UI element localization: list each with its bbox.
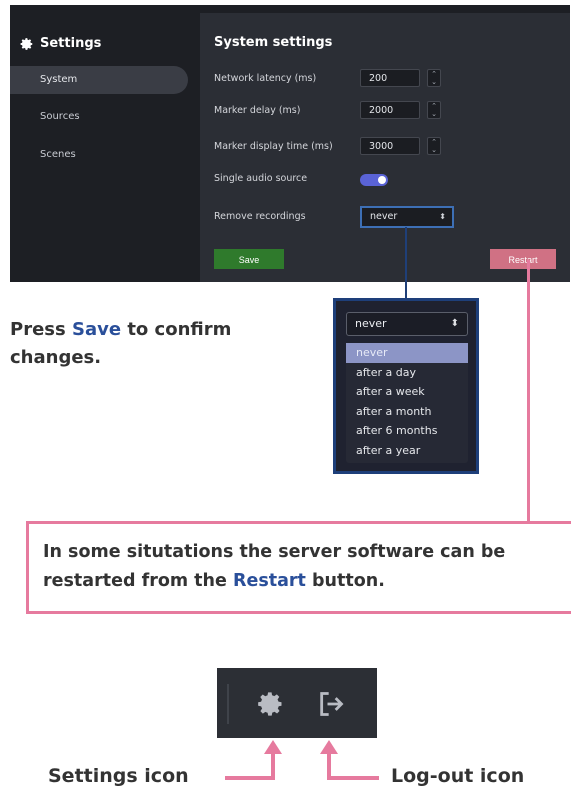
restart-instruction: In some situtations the server software … [43, 538, 571, 596]
select-arrows-icon: ⬍ [450, 318, 459, 329]
logout-icon[interactable] [317, 690, 345, 718]
dropdown-connector-line [405, 227, 407, 300]
save-keyword: Save [71, 319, 122, 340]
remove-recordings-label: Remove recordings [214, 211, 306, 222]
save-instruction-text: Press [10, 319, 72, 340]
panel-title: System settings [214, 35, 333, 50]
restart-callout: In some situtations the server software … [26, 521, 571, 614]
system-settings-panel: System settings Network latency (ms) 200… [200, 13, 570, 282]
single-audio-source-label: Single audio source [214, 173, 308, 184]
marker-delay-stepper[interactable]: ⌃ ⌄ [427, 101, 441, 119]
dropdown-option[interactable]: never [346, 343, 468, 363]
dropdown-option[interactable]: after 6 months [346, 421, 468, 441]
marker-delay-input[interactable]: 2000 [360, 101, 420, 119]
gear-icon[interactable] [257, 690, 285, 718]
restart-button[interactable]: Restart [490, 249, 556, 269]
sidebar-title: Settings [20, 36, 101, 51]
single-audio-source-toggle[interactable] [360, 174, 388, 186]
sidebar-item-scenes[interactable]: Scenes [10, 141, 188, 169]
divider [227, 684, 229, 724]
sidebar-item-system[interactable]: System [10, 66, 188, 94]
dropdown-option[interactable]: after a month [346, 402, 468, 422]
logout-icon-label: Log-out icon [391, 765, 525, 787]
network-latency-input[interactable]: 200 [360, 69, 420, 87]
settings-icon-label: Settings icon [48, 765, 189, 787]
arrow-head [320, 740, 338, 754]
save-button[interactable]: Save [214, 249, 284, 269]
header-icon-bar [217, 668, 377, 738]
select-arrows-icon: ⬍ [439, 212, 446, 221]
dropdown-callout: never ⬍ never after a day after a week a… [333, 298, 479, 474]
marker-delay-label: Marker delay (ms) [214, 105, 301, 116]
remove-recordings-value: never [370, 211, 398, 222]
dropdown-option[interactable]: after a week [346, 382, 468, 402]
arrow-head [264, 740, 282, 754]
dropdown-option[interactable]: after a day [346, 363, 468, 383]
dropdown-select[interactable]: never ⬍ [346, 312, 468, 336]
marker-display-time-input[interactable]: 3000 [360, 137, 420, 155]
dropdown-options-list: never after a day after a week after a m… [346, 343, 468, 463]
restart-keyword: Restart [232, 571, 306, 591]
restart-instruction-text-end: button. [305, 571, 385, 591]
network-latency-label: Network latency (ms) [214, 73, 317, 84]
settings-sidebar: Settings System Sources Scenes [10, 5, 200, 282]
dropdown-current-value: never [355, 317, 387, 330]
marker-display-time-label: Marker display time (ms) [214, 141, 333, 152]
sidebar-title-label: Settings [40, 36, 102, 51]
save-instruction: Press Save to confirm changes. [10, 316, 310, 372]
arrow-line [327, 776, 379, 780]
marker-display-time-stepper[interactable]: ⌃ ⌄ [427, 137, 441, 155]
arrow-line [225, 776, 275, 780]
network-latency-stepper[interactable]: ⌃ ⌄ [427, 69, 441, 87]
restart-connector-line [527, 260, 530, 522]
dropdown-option[interactable]: after a year [346, 441, 468, 461]
remove-recordings-select[interactable]: never ⬍ [360, 206, 454, 228]
gear-icon [20, 37, 33, 50]
settings-window: Settings System Sources Scenes System se… [10, 5, 570, 282]
sidebar-item-sources[interactable]: Sources [10, 103, 188, 131]
